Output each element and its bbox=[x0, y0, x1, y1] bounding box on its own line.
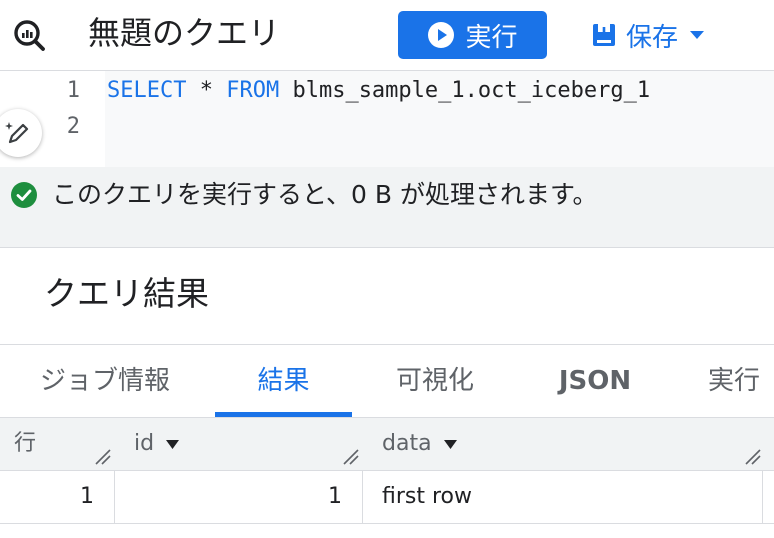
results-tabs: ジョブ情報 結果 可視化 JSON 実行 bbox=[0, 345, 774, 418]
tab-visualization[interactable]: 可視化 bbox=[380, 345, 490, 418]
results-title: クエリ結果 bbox=[44, 274, 209, 313]
resize-handle-icon[interactable] bbox=[744, 448, 762, 466]
tab-execution[interactable]: 実行 bbox=[708, 345, 774, 418]
chevron-down-icon bbox=[443, 439, 457, 449]
tab-results[interactable]: 結果 bbox=[215, 345, 352, 418]
query-title[interactable]: 無題のクエリ bbox=[88, 10, 280, 56]
resize-handle-icon[interactable] bbox=[94, 448, 112, 466]
sql-editor[interactable]: 1 2 SELECT * FROM blms_sample_1.oct_iceb… bbox=[0, 71, 774, 167]
column-header-label: id bbox=[134, 431, 155, 456]
column-separator bbox=[762, 471, 763, 523]
line-number: 1 bbox=[66, 78, 80, 103]
chevron-down-icon bbox=[690, 31, 705, 39]
line-number: 2 bbox=[66, 114, 80, 139]
run-button[interactable]: 実行 bbox=[398, 11, 547, 59]
resize-handle-icon[interactable] bbox=[342, 448, 360, 466]
play-icon bbox=[428, 22, 455, 48]
sql-keyword: FROM bbox=[226, 78, 280, 103]
table-cell-id[interactable]: 1 bbox=[114, 471, 342, 523]
status-divider bbox=[0, 247, 774, 248]
table-row-divider bbox=[0, 523, 774, 524]
save-button[interactable]: 保存 bbox=[590, 14, 705, 56]
table-cell-data[interactable]: first row bbox=[382, 471, 742, 523]
sql-token: * bbox=[186, 78, 227, 103]
results-table-header: 行 id data bbox=[0, 418, 774, 470]
column-header-row: 行 bbox=[14, 418, 36, 470]
sql-keyword: SELECT bbox=[107, 78, 187, 103]
tab-job-info[interactable]: ジョブ情報 bbox=[30, 345, 180, 418]
query-icon bbox=[14, 20, 45, 51]
status-message: このクエリを実行すると、0 B が処理されます。 bbox=[52, 180, 598, 209]
code-line-1[interactable]: SELECT * FROM blms_sample_1.oct_iceberg_… bbox=[107, 73, 650, 109]
table-cell-row-number: 1 bbox=[80, 484, 94, 509]
column-header-label: data bbox=[382, 431, 432, 456]
save-icon bbox=[593, 24, 615, 46]
column-header-id[interactable]: id bbox=[134, 418, 180, 470]
chevron-down-icon bbox=[166, 439, 180, 449]
sql-table-ref: blms_sample_1.oct_iceberg_1 bbox=[279, 78, 651, 103]
column-separator bbox=[362, 471, 363, 523]
check-circle-icon bbox=[11, 182, 37, 208]
query-validation-status: このクエリを実行すると、0 B が処理されます。 bbox=[0, 167, 774, 247]
column-header-label: 行 bbox=[14, 431, 37, 456]
query-header: 無題のクエリ 実行 保存 bbox=[0, 0, 774, 70]
tab-json[interactable]: JSON bbox=[540, 345, 650, 418]
column-header-data[interactable]: data bbox=[382, 418, 457, 470]
run-button-label: 実行 bbox=[465, 22, 518, 53]
save-button-label: 保存 bbox=[626, 22, 679, 53]
ai-pen-icon bbox=[5, 122, 29, 144]
